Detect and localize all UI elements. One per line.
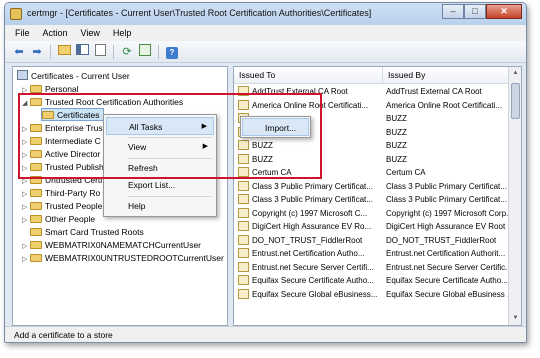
scroll-thumb[interactable] (511, 83, 520, 119)
tree-root[interactable]: Certificates - Current User (17, 70, 130, 83)
highlight-annotation-box (18, 93, 322, 179)
tree-item-trusted-people[interactable]: ▷ Trusted People (22, 200, 102, 213)
vertical-scrollbar[interactable]: ▲ ▼ (508, 67, 521, 325)
table-row[interactable]: DigiCert High Assurance EV Ro... DigiCert… (234, 220, 510, 234)
folder-icon (30, 215, 42, 223)
column-issued-to[interactable]: Issued To (239, 70, 275, 80)
column-issued-by[interactable]: Issued By (388, 70, 425, 80)
certificate-icon (238, 261, 249, 272)
status-bar: Add a certificate to a store (5, 326, 526, 342)
certificate-icon (238, 234, 249, 245)
tree-item-webmatrix-untrustedroot[interactable]: ▷ WEBMATRIX0UNTRUSTEDROOTCurrentUser (22, 252, 224, 265)
folder-icon (30, 85, 42, 93)
menu-action[interactable]: Action (43, 28, 68, 38)
tree-item-webmatrix-namematch[interactable]: ▷ WEBMATRIX0NAMEMATCHCurrentUser (22, 239, 201, 252)
menu-bar: File Action View Help (5, 25, 526, 41)
menu-help[interactable]: Help (113, 28, 132, 38)
refresh-icon[interactable]: ⟳ (119, 44, 135, 60)
table-row[interactable]: Equifax Secure Certificate Autho... Equif… (234, 274, 510, 288)
back-arrow-icon[interactable]: ⬅ (11, 44, 27, 60)
list-header: Issued To Issued By (234, 67, 508, 84)
scroll-up-arrow-icon[interactable]: ▲ (509, 67, 521, 80)
menu-view[interactable]: View (81, 28, 100, 38)
folder-icon (30, 254, 42, 262)
forward-arrow-icon[interactable]: ➡ (29, 44, 45, 60)
folder-icon (30, 189, 42, 197)
table-row[interactable]: Entrust.net Certification Autho... Entrus… (234, 247, 510, 261)
toolbar: ⬅ ➡ ⟳ ? (5, 41, 526, 63)
certmgr-app-icon (10, 8, 22, 20)
table-row[interactable]: DO_NOT_TRUST_FiddlerRoot DO_NOT_TRUST_Fid… (234, 234, 510, 248)
certificate-icon (238, 207, 249, 218)
show-hide-tree-icon[interactable] (74, 44, 90, 60)
help-icon[interactable]: ? (164, 44, 180, 60)
table-row[interactable]: Entrust.net Secure Server Certifi... Entr… (234, 261, 510, 275)
certificate-icon (238, 275, 249, 285)
expander-icon[interactable]: ▷ (22, 253, 30, 266)
folder-icon (30, 202, 42, 210)
menu-file[interactable]: File (15, 28, 30, 38)
certificate-icon (238, 180, 249, 191)
close-button[interactable]: ✕ (486, 4, 522, 19)
folder-icon (30, 228, 42, 236)
title-bar[interactable]: certmgr - [Certificates - Current User\T… (5, 3, 526, 25)
status-text: Add a certificate to a store (14, 330, 113, 340)
menu-item-help[interactable]: Help (106, 197, 214, 215)
up-folder-icon[interactable] (56, 44, 72, 60)
table-row[interactable]: Class 3 Public Primary Certificat... Clas… (234, 180, 510, 194)
certificate-icon (238, 194, 249, 204)
folder-icon (30, 241, 42, 249)
tree-item-third-party-root[interactable]: ▷ Third-Party Ro (22, 187, 100, 200)
properties-icon[interactable] (92, 44, 108, 60)
certificate-icon (238, 221, 249, 231)
tree-item-smart-card-roots[interactable]: Smart Card Trusted Roots (22, 226, 144, 239)
certificate-icon (238, 248, 249, 258)
certificates-snapin-icon (17, 70, 28, 80)
table-row[interactable]: Equifax Secure Global eBusiness... Equifa… (234, 288, 510, 302)
maximize-button[interactable]: □ (464, 4, 486, 19)
table-row[interactable]: Class 3 Public Primary Certificat... Clas… (234, 193, 510, 207)
certificate-icon (238, 288, 249, 299)
tree-item-other-people[interactable]: ▷ Other People (22, 213, 95, 226)
minimize-button[interactable]: – (442, 4, 464, 19)
window-title: certmgr - [Certificates - Current User\T… (27, 8, 372, 18)
export-list-icon[interactable] (137, 44, 153, 60)
table-row[interactable]: Copyright (c) 1997 Microsoft C... Copyrig… (234, 207, 510, 221)
scroll-down-arrow-icon[interactable]: ▼ (509, 312, 521, 325)
